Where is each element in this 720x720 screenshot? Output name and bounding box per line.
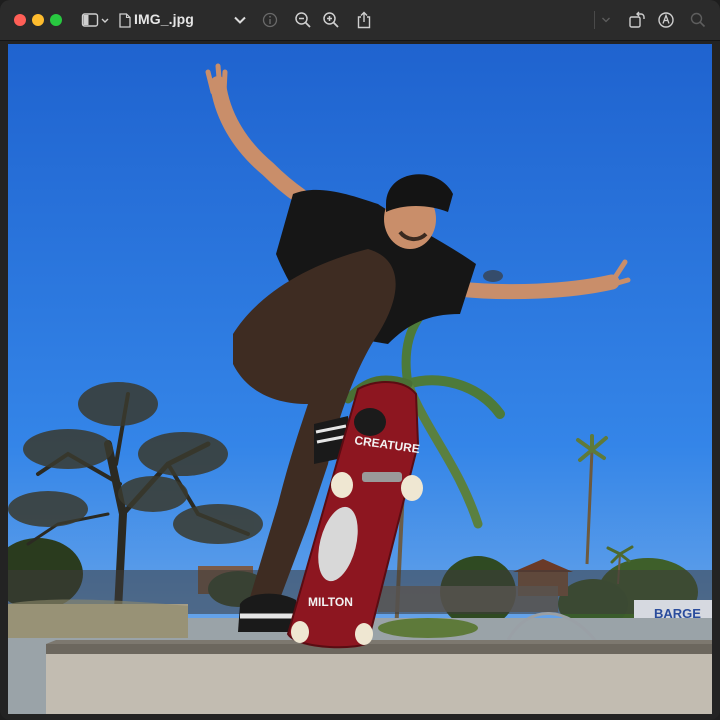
markup-dropdown-button[interactable]: [598, 8, 614, 32]
minimize-button[interactable]: [32, 14, 44, 26]
window-title[interactable]: IMG_.jpg: [134, 11, 194, 27]
concrete-ledge: [46, 640, 712, 714]
sidebar-toggle-icon: [81, 13, 109, 27]
maximize-button[interactable]: [50, 14, 62, 26]
markup-button[interactable]: [655, 8, 677, 32]
board-name-text: MILTON: [308, 595, 353, 609]
skateboarder-photo: BARGE CREATURE MILTON: [8, 44, 712, 714]
rotate-icon: [629, 11, 645, 28]
info-icon: [262, 12, 278, 28]
zoom-in-icon: [323, 12, 339, 28]
share-button[interactable]: [354, 8, 374, 32]
rotate-button[interactable]: [626, 8, 648, 32]
share-icon: [357, 11, 371, 29]
search-button[interactable]: [688, 8, 708, 32]
toolbar: IMG_.jpg: [0, 0, 720, 41]
preview-window: IMG_.jpg BARGE CREATURE MILTON: [0, 0, 720, 720]
zoom-out-icon: [295, 12, 311, 28]
zoom-out-button[interactable]: [292, 8, 314, 32]
close-button[interactable]: [14, 14, 26, 26]
title-menu-button[interactable]: [230, 8, 250, 32]
toolbar-separator: [594, 11, 595, 29]
photo-canvas[interactable]: BARGE CREATURE MILTON: [8, 44, 712, 714]
document-icon: [117, 8, 133, 32]
markup-pen-icon: [658, 12, 674, 28]
markup-dropdown-chevron-icon: [602, 17, 610, 23]
info-button[interactable]: [260, 8, 280, 32]
title-menu-chevron-icon: [234, 16, 246, 24]
zoom-in-button[interactable]: [320, 8, 342, 32]
search-icon: [690, 12, 706, 28]
sidebar-toggle-button[interactable]: [80, 8, 112, 32]
